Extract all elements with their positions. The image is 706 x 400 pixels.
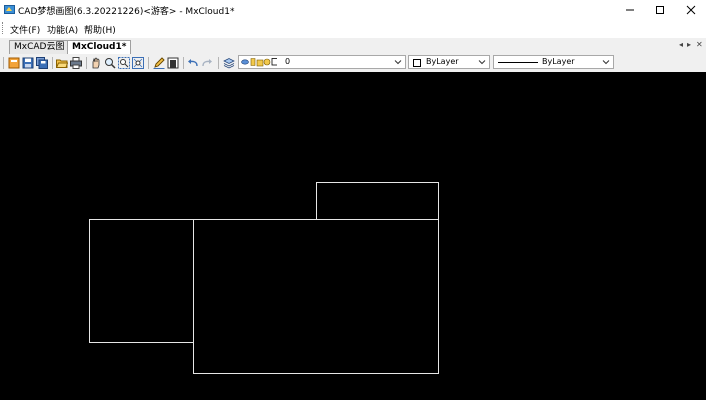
maximize-button[interactable] (645, 0, 675, 19)
erase-icon[interactable] (167, 57, 179, 69)
menu-bar: 文件(F) 功能(A) 帮助(H) (0, 19, 706, 39)
chevron-down-icon (394, 60, 402, 65)
chevron-down-icon (478, 60, 486, 65)
layer-select[interactable]: 0 (238, 55, 406, 69)
linetype-select[interactable]: ByLayer (493, 55, 614, 69)
save-all-icon[interactable] (36, 57, 48, 69)
tab-close-button[interactable]: ✕ (696, 40, 703, 49)
toolbar-separator (86, 57, 87, 69)
tab-next-button[interactable]: ▸ (687, 40, 691, 49)
layer-state-icons (241, 58, 277, 67)
color-select[interactable]: ByLayer (408, 55, 490, 69)
redo-icon[interactable] (201, 57, 213, 69)
drawing-canvas[interactable] (0, 72, 706, 400)
menu-grip (2, 22, 5, 34)
rectangle-entity[interactable] (316, 182, 439, 220)
app-logo-icon (4, 5, 15, 14)
close-icon (686, 5, 696, 14)
layer-value: 0 (285, 57, 291, 66)
close-button[interactable] (676, 0, 706, 19)
new-icon[interactable] (8, 57, 20, 69)
tab-mxcloud1[interactable]: MxCloud1* (67, 40, 132, 55)
layer-manager-icon[interactable] (223, 57, 235, 69)
menu-help[interactable]: 帮助(H) (84, 23, 116, 36)
print-icon[interactable] (70, 57, 82, 69)
maximize-icon (656, 5, 664, 14)
pan-icon[interactable] (90, 57, 102, 69)
linetype-preview (498, 62, 538, 63)
toolbar-separator (148, 57, 149, 69)
undo-icon[interactable] (187, 57, 199, 69)
menu-file[interactable]: 文件(F) (10, 23, 40, 36)
save-icon[interactable] (22, 57, 34, 69)
title-bar: CAD梦想画图(6.3.20221226)<游客> - MxCloud1* (0, 0, 706, 19)
linetype-value: ByLayer (542, 57, 575, 66)
menu-function[interactable]: 功能(A) (47, 23, 78, 36)
color-swatch (413, 59, 421, 67)
zoom-window-icon[interactable] (132, 57, 144, 69)
window-title: CAD梦想画图(6.3.20221226)<游客> - MxCloud1* (18, 7, 235, 17)
minimize-icon (626, 9, 634, 10)
toolbar-separator (183, 57, 184, 69)
color-value: ByLayer (426, 57, 459, 66)
zoom-icon[interactable] (104, 57, 116, 69)
chevron-down-icon (602, 60, 610, 65)
rectangle-entity[interactable] (193, 219, 439, 374)
minimize-button[interactable] (615, 0, 645, 19)
document-tab-bar: MxCAD云图 MxCloud1* ◂ ▸ ✕ (0, 38, 706, 55)
toolbar-separator (52, 57, 53, 69)
tab-prev-button[interactable]: ◂ (679, 40, 683, 49)
zoom-extents-icon[interactable] (118, 57, 130, 69)
edit-icon[interactable] (153, 57, 165, 69)
toolbar-separator (218, 57, 219, 69)
toolbar-grip (3, 57, 4, 69)
rectangle-entity[interactable] (89, 219, 194, 343)
toolbar: 0 ByLayer ByLayer (0, 54, 706, 73)
open-icon[interactable] (56, 57, 68, 69)
tab-mxcad-cloud[interactable]: MxCAD云图 (9, 40, 70, 54)
